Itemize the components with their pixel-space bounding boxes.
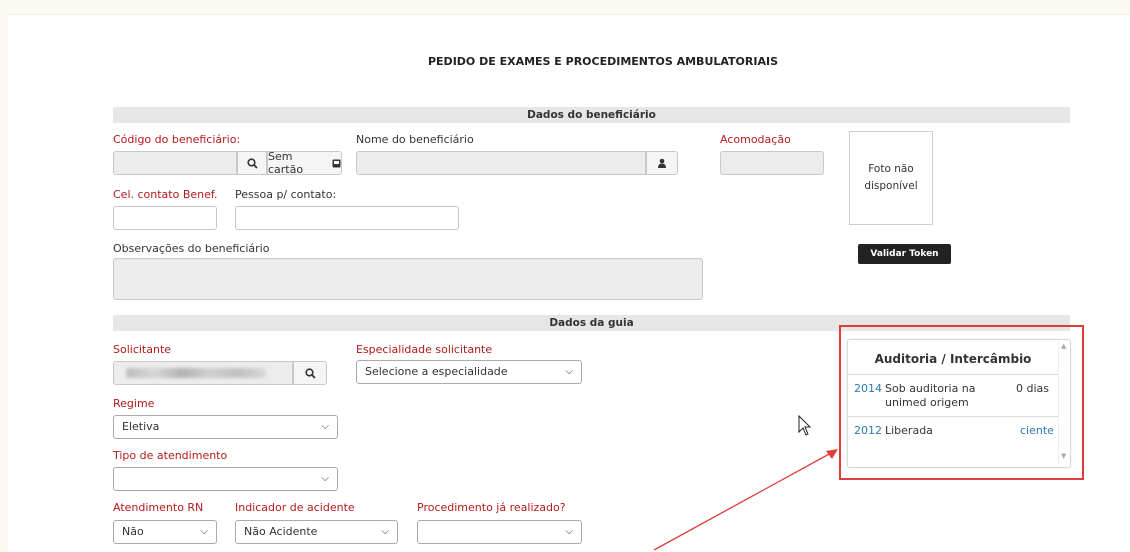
- auditoria-title: Auditoria / Intercâmbio: [874, 352, 1032, 366]
- scroll-down-icon[interactable]: ▼: [1061, 452, 1066, 460]
- pessoa-contato-input[interactable]: [235, 206, 459, 230]
- validar-token-button[interactable]: Validar Token: [858, 244, 951, 264]
- atendimento-rn-label: Atendimento RN: [113, 501, 204, 514]
- procedimento-realizado-label: Procedimento já realizado?: [417, 501, 566, 514]
- solicitante-blurred-value: [126, 368, 266, 378]
- panel-scrollbar[interactable]: ▲ ▼: [1058, 340, 1070, 466]
- chevron-down-icon: ⌵: [565, 526, 573, 537]
- atendimento-rn-select[interactable]: Não ⌵: [113, 520, 217, 544]
- auditoria-row-status: Sob auditoria na unimed origem: [885, 382, 976, 409]
- tipo-atendimento-select[interactable]: ⌵: [113, 467, 338, 491]
- especialidade-select[interactable]: Selecione a especialidade ⌵: [356, 360, 582, 384]
- regime-select[interactable]: Eletiva ⌵: [113, 415, 338, 439]
- chevron-down-icon: ⌵: [565, 366, 573, 377]
- page: PEDIDO DE EXAMES E PROCEDIMENTOS AMBULAT…: [8, 14, 1130, 552]
- acomodacao-label: Acomodação: [720, 133, 791, 146]
- sem-cartao-button[interactable]: Sem cartão: [267, 150, 342, 176]
- search-icon: [304, 367, 316, 379]
- user-lookup-button[interactable]: [646, 151, 678, 175]
- page-title: PEDIDO DE EXAMES E PROCEDIMENTOS AMBULAT…: [427, 55, 778, 68]
- observacoes-textarea[interactable]: [113, 258, 703, 300]
- regime-label: Regime: [113, 397, 155, 410]
- solicitante-label: Solicitante: [113, 343, 172, 356]
- search-codigo-button[interactable]: [237, 151, 267, 175]
- auditoria-row-info: 0 dias: [1016, 382, 1050, 395]
- nome-beneficiario-input[interactable]: [356, 151, 646, 175]
- user-icon: [658, 158, 666, 168]
- card-icon: [332, 159, 341, 167]
- auditoria-row-code[interactable]: 2014: [854, 382, 882, 395]
- ciente-link[interactable]: ciente: [1020, 424, 1054, 437]
- solicitante-input[interactable]: [113, 361, 293, 385]
- divider: [848, 374, 1058, 375]
- acomodacao-input[interactable]: [720, 151, 824, 175]
- auditoria-panel: Auditoria / Intercâmbio 2014 Sob auditor…: [847, 339, 1071, 468]
- especialidade-label: Especialidade solicitante: [356, 343, 493, 356]
- pessoa-contato-label: Pessoa p/ contato:: [235, 188, 337, 201]
- search-icon: [246, 157, 258, 169]
- chevron-down-icon: ⌵: [381, 526, 389, 537]
- sem-cartao-label: Sem cartão: [268, 150, 304, 176]
- cel-contato-input[interactable]: [113, 206, 217, 230]
- annotation-arrow: [653, 449, 838, 551]
- section-header-beneficiario: Dados do beneficiário: [113, 107, 1070, 123]
- indicador-acidente-label: Indicador de acidente: [235, 501, 355, 514]
- indicador-acidente-select[interactable]: Não Acidente ⌵: [235, 520, 398, 544]
- scroll-up-icon[interactable]: ▲: [1061, 342, 1066, 350]
- tipo-atendimento-label: Tipo de atendimento: [113, 449, 228, 462]
- chevron-down-icon: ⌵: [321, 421, 329, 432]
- cel-contato-label: Cel. contato Benef.: [113, 188, 218, 201]
- auditoria-row-status: Liberada: [885, 424, 933, 437]
- codigo-beneficiario-label: Código do beneficiário:: [113, 133, 241, 146]
- mouse-cursor-icon: [798, 415, 812, 436]
- search-solicitante-button[interactable]: [293, 361, 327, 385]
- nome-beneficiario-label: Nome do beneficiário: [356, 133, 474, 146]
- divider: [848, 416, 1058, 417]
- codigo-beneficiario-input[interactable]: [113, 151, 237, 175]
- chevron-down-icon: ⌵: [200, 526, 208, 537]
- chevron-down-icon: ⌵: [321, 473, 329, 484]
- observacoes-label: Observações do beneficiário: [113, 242, 270, 255]
- procedimento-realizado-select[interactable]: ⌵: [417, 520, 582, 544]
- foto-beneficiario: Foto não disponível: [849, 131, 933, 225]
- auditoria-row-code[interactable]: 2012: [854, 424, 882, 437]
